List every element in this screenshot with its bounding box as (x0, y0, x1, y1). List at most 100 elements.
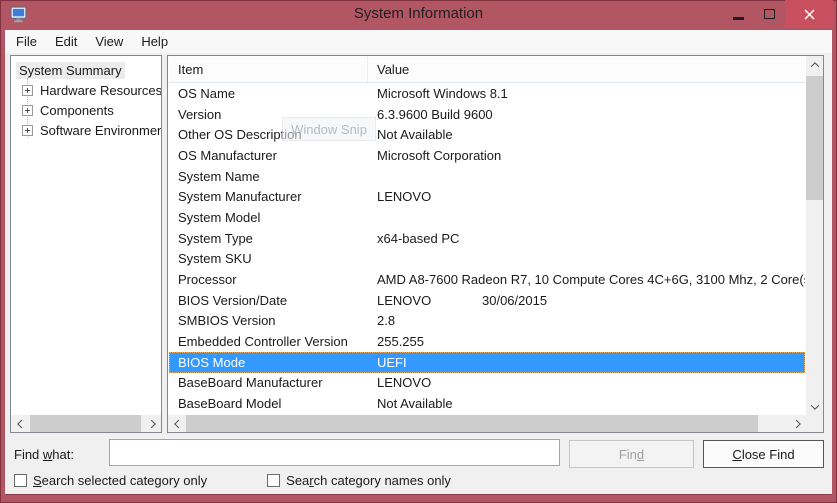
tree-item-label: Components (37, 102, 117, 119)
item-cell: Version (169, 107, 368, 122)
tree-item-software-environment[interactable]: Software Environment (11, 120, 161, 140)
scrollbar-corner (806, 415, 823, 432)
chevron-left-icon (17, 419, 25, 427)
tree-item-label: Hardware Resources (37, 82, 162, 99)
list-row-processor[interactable]: ProcessorAMD A8-7600 Radeon R7, 10 Compu… (169, 269, 805, 290)
item-cell: BIOS Version/Date (169, 293, 368, 308)
item-cell: Embedded Controller Version (169, 334, 368, 349)
vertical-scrollbar[interactable] (806, 56, 823, 415)
menu-item-file[interactable]: File (7, 31, 46, 52)
value-cell: AMD A8-7600 Radeon R7, 10 Compute Cores … (368, 272, 805, 287)
list-row-bios-version-date[interactable]: BIOS Version/DateLENOVO30/06/2015 (169, 290, 805, 311)
item-cell: System Model (169, 210, 368, 225)
item-cell: Processor (169, 272, 368, 287)
list-row-version[interactable]: Version6.3.9600 Build 9600 (169, 104, 805, 125)
scroll-right-button[interactable] (144, 415, 161, 432)
checkbox-box[interactable] (267, 474, 280, 487)
checkbox-search-category-names-only[interactable]: Search category names only (267, 473, 451, 488)
tree-item-system-summary[interactable]: System Summary (11, 60, 161, 80)
scrollbar-thumb[interactable] (30, 415, 141, 432)
chevron-up-icon (810, 62, 818, 70)
item-cell: OS Manufacturer (169, 148, 368, 163)
category-tree-pane: System Summary Hardware Resources Componen… (10, 55, 162, 433)
tree-item-label: Software Environment (37, 122, 162, 139)
scrollbar-thumb[interactable] (186, 415, 758, 432)
scroll-down-button[interactable] (806, 398, 823, 415)
list-row-system-sku[interactable]: System SKU (169, 249, 805, 270)
list-row-os-name[interactable]: OS NameMicrosoft Windows 8.1 (169, 83, 805, 104)
scroll-left-button[interactable] (11, 415, 28, 432)
value-cell: LENOVO (368, 189, 805, 204)
expand-plus-icon[interactable] (22, 125, 33, 136)
find-button[interactable]: Find (569, 440, 694, 468)
menu-bar: FileEditViewHelp (5, 30, 832, 53)
chevron-down-icon (810, 401, 818, 409)
tree-horizontal-scrollbar[interactable] (11, 415, 161, 432)
close-button[interactable] (785, 0, 833, 28)
window-controls (723, 0, 833, 28)
close-find-button[interactable]: Close Find (703, 440, 824, 468)
value-cell: 255.255 (368, 334, 805, 349)
details-list-pane: Item Value OS NameMicrosoft Windows 8.1V… (167, 55, 824, 433)
scroll-left-button[interactable] (168, 415, 185, 432)
minimize-icon (733, 17, 744, 20)
list-row-system-name[interactable]: System Name (169, 166, 805, 187)
menu-item-edit[interactable]: Edit (46, 31, 86, 52)
item-cell: BIOS Mode (169, 355, 368, 370)
list-row-other-os-description[interactable]: Other OS DescriptionNot Available (169, 124, 805, 145)
window-body: FileEditViewHelp System Summary Hardware … (5, 30, 832, 494)
scroll-right-button[interactable] (789, 415, 806, 432)
item-cell: BaseBoard Model (169, 396, 368, 411)
column-header-item[interactable]: Item (169, 57, 368, 82)
value-cell: 6.3.9600 Build 9600 (368, 107, 805, 122)
list-row-baseboard-model[interactable]: BaseBoard ModelNot Available (169, 393, 805, 414)
scrollbar-thumb[interactable] (806, 76, 823, 200)
maximize-icon (764, 9, 775, 19)
column-header-value[interactable]: Value (368, 62, 805, 77)
value-cell: 2.8 (368, 313, 805, 328)
menu-item-view[interactable]: View (86, 31, 132, 52)
value-cell: Microsoft Corporation (368, 148, 805, 163)
chevron-left-icon (174, 419, 182, 427)
title-bar: System Information (0, 0, 837, 30)
value-cell: x64-based PC (368, 231, 805, 246)
checkbox-label: Search selected category only (33, 473, 207, 488)
horizontal-scrollbar[interactable] (168, 415, 806, 432)
minimize-button[interactable] (723, 0, 754, 28)
tree-item-hardware-resources[interactable]: Hardware Resources (11, 80, 161, 100)
list-row-system-type[interactable]: System Typex64-based PC (169, 228, 805, 249)
list-rows: OS NameMicrosoft Windows 8.1Version6.3.9… (169, 83, 805, 414)
list-row-system-model[interactable]: System Model (169, 207, 805, 228)
list-row-bios-mode[interactable]: BIOS ModeUEFI (169, 352, 805, 373)
list-row-smbios-version[interactable]: SMBIOS Version2.8 (169, 311, 805, 332)
value-cell: Microsoft Windows 8.1 (368, 86, 805, 101)
scroll-up-button[interactable] (806, 56, 823, 73)
checkbox-search-selected-category-only[interactable]: Search selected category only (14, 473, 207, 488)
system-information-window: System Information FileEditViewHelp Syst… (0, 0, 837, 503)
list-row-baseboard-manufacturer[interactable]: BaseBoard ManufacturerLENOVO (169, 373, 805, 394)
list-row-system-manufacturer[interactable]: System ManufacturerLENOVO (169, 186, 805, 207)
value-cell: LENOVO30/06/2015 (368, 293, 805, 308)
list-row-os-manufacturer[interactable]: OS ManufacturerMicrosoft Corporation (169, 145, 805, 166)
tree-item-components[interactable]: Components (11, 100, 161, 120)
item-cell: SMBIOS Version (169, 313, 368, 328)
expand-plus-icon[interactable] (22, 105, 33, 116)
list-header: Item Value (169, 57, 805, 83)
item-cell: System Name (169, 169, 368, 184)
menu-item-help[interactable]: Help (132, 31, 177, 52)
checkbox-label: Search category names only (286, 473, 451, 488)
item-cell: System SKU (169, 251, 368, 266)
item-cell: Other OS Description (169, 127, 368, 142)
checkbox-box[interactable] (14, 474, 27, 487)
close-icon (804, 9, 815, 20)
expand-plus-icon[interactable] (22, 85, 33, 96)
find-what-label: Find what: (14, 447, 74, 462)
tree-items: System Summary Hardware Resources Componen… (11, 60, 161, 140)
find-what-input[interactable] (109, 439, 560, 466)
item-cell: System Type (169, 231, 368, 246)
maximize-button[interactable] (754, 0, 785, 28)
list-row-embedded-controller-version[interactable]: Embedded Controller Version255.255 (169, 331, 805, 352)
search-options: Search selected category only Search cate… (14, 473, 451, 488)
chevron-right-icon (792, 419, 800, 427)
value-cell: UEFI (368, 355, 805, 370)
